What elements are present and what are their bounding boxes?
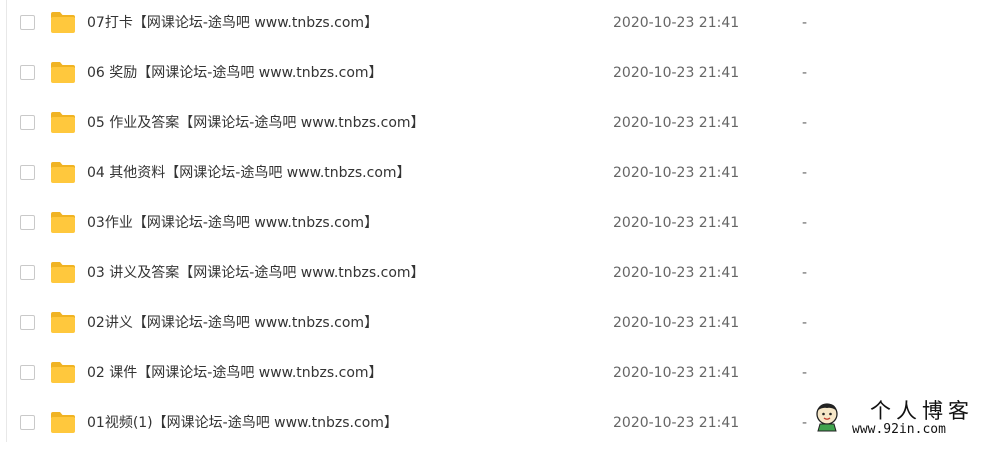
file-row[interactable]: 05 作业及答案【网课论坛-途鸟吧 www.tnbzs.com】 2020-10… <box>0 100 1003 150</box>
modified-date: 2020-10-23 21:41 <box>613 415 740 431</box>
row-checkbox[interactable] <box>20 365 35 380</box>
row-checkbox[interactable] <box>20 165 35 180</box>
blog-watermark: 个人博客 www.92in.com <box>808 398 998 440</box>
watermark-title: 个人博客 <box>870 399 974 423</box>
folder-icon <box>51 312 75 333</box>
file-row[interactable]: 07打卡【网课论坛-途鸟吧 www.tnbzs.com】 2020-10-23 … <box>0 0 1003 50</box>
row-checkbox[interactable] <box>20 15 35 30</box>
modified-date: 2020-10-23 21:41 <box>613 65 740 81</box>
file-size: - <box>802 15 808 31</box>
modified-date: 2020-10-23 21:41 <box>613 315 740 331</box>
file-size: - <box>802 65 808 81</box>
file-size: - <box>802 265 808 281</box>
row-checkbox[interactable] <box>20 215 35 230</box>
folder-icon <box>51 212 75 233</box>
file-name[interactable]: 06 奖励【网课论坛-途鸟吧 www.tnbzs.com】 <box>87 64 383 82</box>
file-name[interactable]: 02 课件【网课论坛-途鸟吧 www.tnbzs.com】 <box>87 364 383 382</box>
file-row[interactable]: 04 其他资料【网课论坛-途鸟吧 www.tnbzs.com】 2020-10-… <box>0 150 1003 200</box>
row-checkbox[interactable] <box>20 65 35 80</box>
file-name[interactable]: 04 其他资料【网课论坛-途鸟吧 www.tnbzs.com】 <box>87 164 411 182</box>
folder-icon <box>51 112 75 133</box>
file-row[interactable]: 06 奖励【网课论坛-途鸟吧 www.tnbzs.com】 2020-10-23… <box>0 50 1003 100</box>
modified-date: 2020-10-23 21:41 <box>613 365 740 381</box>
file-size: - <box>802 415 808 431</box>
file-name[interactable]: 07打卡【网课论坛-途鸟吧 www.tnbzs.com】 <box>87 14 378 32</box>
modified-date: 2020-10-23 21:41 <box>613 215 740 231</box>
folder-icon <box>51 362 75 383</box>
modified-date: 2020-10-23 21:41 <box>613 15 740 31</box>
cartoon-avatar-icon <box>816 403 838 432</box>
file-size: - <box>802 215 808 231</box>
folder-icon <box>51 62 75 83</box>
file-row[interactable]: 03 讲义及答案【网课论坛-途鸟吧 www.tnbzs.com】 2020-10… <box>0 250 1003 300</box>
row-checkbox[interactable] <box>20 415 35 430</box>
file-size: - <box>802 115 808 131</box>
modified-date: 2020-10-23 21:41 <box>613 165 740 181</box>
file-row[interactable]: 02 课件【网课论坛-途鸟吧 www.tnbzs.com】 2020-10-23… <box>0 350 1003 400</box>
file-name[interactable]: 05 作业及答案【网课论坛-途鸟吧 www.tnbzs.com】 <box>87 114 425 132</box>
folder-icon <box>51 12 75 33</box>
file-name[interactable]: 01视频(1)【网课论坛-途鸟吧 www.tnbzs.com】 <box>87 414 398 432</box>
folder-icon <box>51 412 75 433</box>
file-name[interactable]: 03 讲义及答案【网课论坛-途鸟吧 www.tnbzs.com】 <box>87 264 425 282</box>
folder-icon <box>51 262 75 283</box>
file-row[interactable]: 03作业【网课论坛-途鸟吧 www.tnbzs.com】 2020-10-23 … <box>0 200 1003 250</box>
file-name[interactable]: 02讲义【网课论坛-途鸟吧 www.tnbzs.com】 <box>87 314 378 332</box>
file-size: - <box>802 315 808 331</box>
file-size: - <box>802 365 808 381</box>
row-checkbox[interactable] <box>20 265 35 280</box>
row-checkbox[interactable] <box>20 115 35 130</box>
folder-icon <box>51 162 75 183</box>
modified-date: 2020-10-23 21:41 <box>613 115 740 131</box>
row-checkbox[interactable] <box>20 315 35 330</box>
file-row[interactable]: 02讲义【网课论坛-途鸟吧 www.tnbzs.com】 2020-10-23 … <box>0 300 1003 350</box>
modified-date: 2020-10-23 21:41 <box>613 265 740 281</box>
watermark-url: www.92in.com <box>852 422 946 437</box>
file-name[interactable]: 03作业【网课论坛-途鸟吧 www.tnbzs.com】 <box>87 214 378 232</box>
file-size: - <box>802 165 808 181</box>
